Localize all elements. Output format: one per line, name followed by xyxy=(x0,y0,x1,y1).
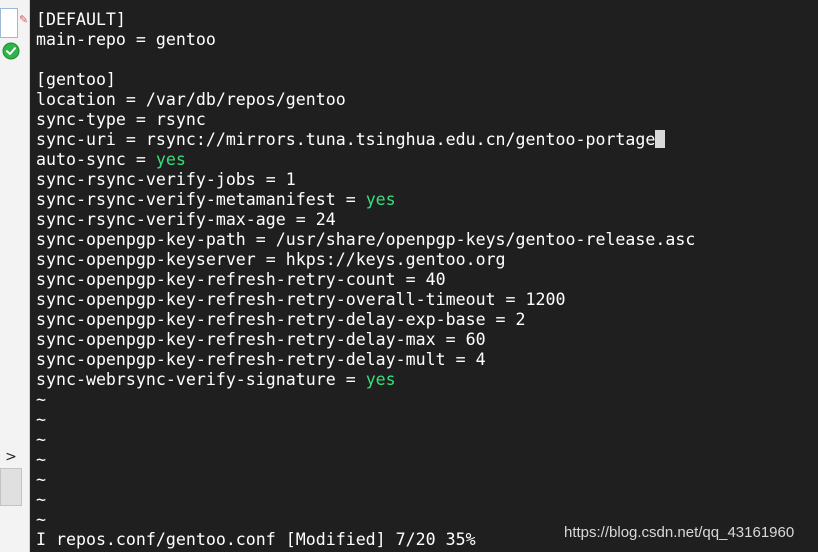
config-line[interactable]: sync-rsync-verify-jobs = 1 xyxy=(36,170,816,190)
config-line[interactable]: sync-openpgp-key-refresh-retry-delay-mul… xyxy=(36,350,816,370)
line-value: yes xyxy=(155,150,186,169)
line-text: ~ xyxy=(36,490,46,509)
line-text: ~ xyxy=(36,450,46,469)
config-line[interactable]: sync-openpgp-key-refresh-retry-delay-exp… xyxy=(36,310,816,330)
check-circle-icon[interactable] xyxy=(2,42,20,60)
line-text: sync-openpgp-key-refresh-retry-delay-mul… xyxy=(36,350,486,369)
line-text: sync-type = rsync xyxy=(36,110,206,129)
line-text: ~ xyxy=(36,430,46,449)
line-text: auto-sync = xyxy=(36,150,156,169)
line-text: sync-openpgp-key-path = /usr/share/openp… xyxy=(36,230,696,249)
config-line[interactable]: sync-type = rsync xyxy=(36,110,816,130)
empty-buffer-line[interactable]: ~ xyxy=(36,390,816,410)
empty-buffer-line[interactable]: ~ xyxy=(36,490,816,510)
empty-buffer-line[interactable]: ~ xyxy=(36,450,816,470)
config-line[interactable]: [gentoo] xyxy=(36,70,816,90)
line-text: ~ xyxy=(36,390,46,409)
config-line[interactable]: sync-openpgp-key-refresh-retry-delay-max… xyxy=(36,330,816,350)
config-line[interactable]: sync-uri = rsync://mirrors.tuna.tsinghua… xyxy=(36,130,816,150)
line-text: sync-openpgp-key-refresh-retry-delay-exp… xyxy=(36,310,526,329)
line-text: [DEFAULT] xyxy=(36,10,126,29)
config-line[interactable]: sync-webrsync-verify-signature = yes xyxy=(36,370,816,390)
line-text: sync-rsync-verify-metamanifest = xyxy=(36,190,366,209)
empty-buffer-line[interactable]: ~ xyxy=(36,430,816,450)
config-line[interactable]: auto-sync = yes xyxy=(36,150,816,170)
empty-buffer-line[interactable]: ~ xyxy=(36,410,816,430)
line-text: sync-openpgp-key-refresh-retry-overall-t… xyxy=(36,290,566,309)
config-line[interactable]: location = /var/db/repos/gentoo xyxy=(36,90,816,110)
config-line[interactable]: sync-rsync-verify-max-age = 24 xyxy=(36,210,816,230)
line-text: main-repo = gentoo xyxy=(36,30,216,49)
line-text: [gentoo] xyxy=(36,70,116,89)
line-text: sync-openpgp-key-refresh-retry-count = 4… xyxy=(36,270,446,289)
line-text: sync-openpgp-keyserver = hkps://keys.gen… xyxy=(36,250,506,269)
screen: ✎ > [DEFAULT] main-repo = gentoo [gentoo] l… xyxy=(0,0,818,552)
empty-buffer-line[interactable]: ~ xyxy=(36,470,816,490)
text-cursor xyxy=(655,130,666,148)
watermark-url: https://blog.csdn.net/qq_43161960 xyxy=(564,524,795,541)
config-line[interactable]: sync-openpgp-keyserver = hkps://keys.gen… xyxy=(36,250,816,270)
config-line[interactable]: sync-openpgp-key-refresh-retry-overall-t… xyxy=(36,290,816,310)
line-text: sync-rsync-verify-max-age = 24 xyxy=(36,210,336,229)
line-text: ~ xyxy=(36,470,46,489)
line-text: sync-rsync-verify-jobs = 1 xyxy=(36,170,296,189)
config-line[interactable]: main-repo = gentoo xyxy=(36,30,816,50)
line-value: yes xyxy=(365,190,396,209)
config-line[interactable]: sync-rsync-verify-metamanifest = yes xyxy=(36,190,816,210)
pen-icon[interactable]: ✎ xyxy=(19,13,29,27)
config-line[interactable]: sync-openpgp-key-path = /usr/share/openp… xyxy=(36,230,816,250)
config-line[interactable]: sync-openpgp-key-refresh-retry-count = 4… xyxy=(36,270,816,290)
line-text: ~ xyxy=(36,510,46,529)
line-value: yes xyxy=(365,370,396,389)
terminal-window[interactable]: [DEFAULT] main-repo = gentoo [gentoo] locat… xyxy=(30,0,818,552)
line-text: sync-openpgp-key-refresh-retry-delay-max… xyxy=(36,330,486,349)
left-side-panel: ✎ > xyxy=(0,0,30,552)
chevron-right-icon[interactable]: > xyxy=(0,447,22,467)
vim-status-line: I repos.conf/gentoo.conf [Modified] 7/20… xyxy=(36,530,476,549)
editor-text-area[interactable]: [DEFAULT] main-repo = gentoo [gentoo] locat… xyxy=(36,10,816,530)
line-text: sync-webrsync-verify-signature = xyxy=(36,370,366,389)
side-tab[interactable] xyxy=(0,8,18,38)
line-text: sync-uri = rsync://mirrors.tuna.tsinghua… xyxy=(36,130,656,149)
config-line[interactable]: [DEFAULT] xyxy=(36,10,816,30)
line-text: location = /var/db/repos/gentoo xyxy=(36,90,346,109)
side-panel-box xyxy=(0,468,22,506)
line-text: ~ xyxy=(36,410,46,429)
config-line[interactable] xyxy=(36,50,816,70)
